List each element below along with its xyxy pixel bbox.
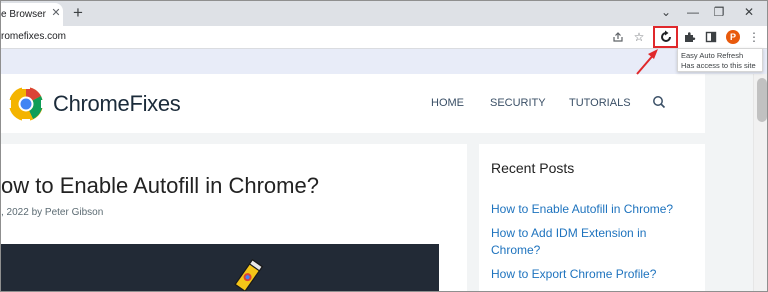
share-icon[interactable] <box>610 29 626 45</box>
article-byline: , 2022 by Peter Gibson <box>1 207 104 218</box>
tooltip-access-text: Has access to this site <box>681 61 756 70</box>
article-title[interactable]: ow to Enable Autofill in Chrome? <box>1 173 319 199</box>
site-header: ChromeFixes HOME SECURITY TUTORIALS <box>1 74 705 133</box>
recent-posts-widget: Recent Posts How to Enable Autofill in C… <box>479 144 705 291</box>
puzzle-icon[interactable] <box>682 29 698 45</box>
page-scrollbar[interactable] <box>753 74 767 291</box>
nav-home[interactable]: HOME <box>431 97 464 109</box>
search-icon[interactable] <box>652 95 666 109</box>
tooltip-extension-name: Easy Auto Refresh <box>681 51 744 60</box>
tab-search-chevron-icon[interactable]: ⌄ <box>656 4 676 20</box>
pencil-illustration-icon <box>234 258 264 291</box>
nav-tutorials[interactable]: TUTORIALS <box>569 97 631 109</box>
tab-title: e Browser <box>1 9 47 20</box>
extension-tooltip: Easy Auto Refresh Has access to this sit… <box>677 48 763 72</box>
article-hero-image <box>1 244 439 291</box>
sidebar-title: Recent Posts <box>491 160 575 176</box>
address-bar[interactable]: romefixes.com <box>1 31 66 42</box>
scrollbar-thumb[interactable] <box>757 78 767 122</box>
nav-security[interactable]: SECURITY <box>490 97 546 109</box>
gear-logo-icon <box>6 84 46 124</box>
star-icon[interactable]: ☆ <box>631 29 647 45</box>
tab-strip: e Browser ✕ + ⌄ — ❐ ✕ <box>1 1 767 26</box>
browser-window: e Browser ✕ + ⌄ — ❐ ✕ romefixes.com ☆ P … <box>0 0 768 292</box>
side-panel-icon[interactable] <box>703 29 719 45</box>
new-tab-plus-icon[interactable]: + <box>69 4 87 22</box>
page-viewport: ChromeFixes HOME SECURITY TUTORIALS ow t… <box>1 74 767 291</box>
recent-post-link[interactable]: How to Add IDM Extension in Chrome? <box>491 225 691 259</box>
avatar[interactable]: P <box>726 30 740 44</box>
kebab-menu-icon[interactable]: ⋮ <box>746 29 762 45</box>
site-logo-text[interactable]: ChromeFixes <box>53 91 181 117</box>
close-icon[interactable]: ✕ <box>49 6 63 20</box>
arrow-annotation-icon <box>636 49 658 75</box>
recent-post-link[interactable]: How to Export Chrome Profile? <box>491 266 691 283</box>
extension-highlight-box <box>653 26 678 48</box>
recent-post-link[interactable]: How to Enable Autofill in Chrome? <box>491 201 691 218</box>
minimize-button[interactable]: — <box>683 4 703 20</box>
close-window-button[interactable]: ✕ <box>739 4 759 20</box>
restore-button[interactable]: ❐ <box>709 4 729 20</box>
article-card: ow to Enable Autofill in Chrome? , 2022 … <box>1 144 467 291</box>
browser-tab[interactable]: e Browser ✕ <box>1 3 63 26</box>
